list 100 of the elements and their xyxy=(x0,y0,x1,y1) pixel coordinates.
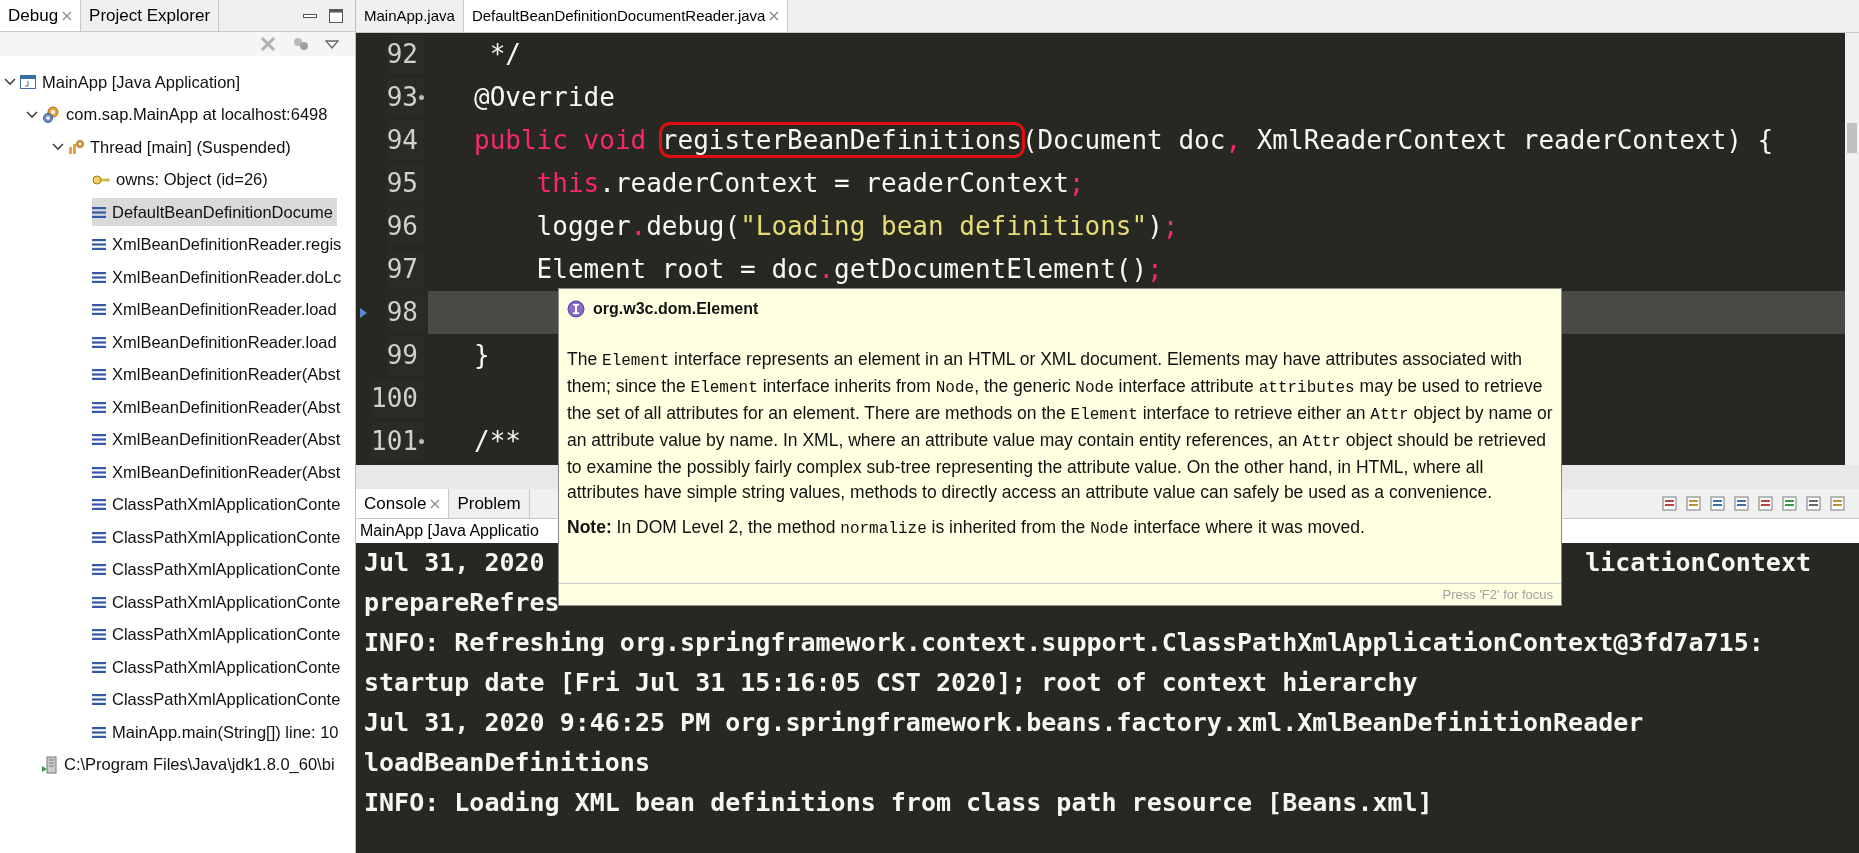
tree-item[interactable]: com.sap.MainApp at localhost:6498 xyxy=(42,100,332,129)
code-line: public void registerBeanDefinitions(Document doc, XmlReaderContext readerContext) { xyxy=(474,121,1774,160)
tree-item[interactable]: XmlBeanDefinitionReader(Abst xyxy=(92,458,345,487)
tree-item-label: MainApp [Java Application] xyxy=(42,71,241,93)
stack-frame-icon xyxy=(92,629,106,641)
line-number: 97 xyxy=(386,253,418,286)
tree-item-label: com.sap.MainApp at localhost:6498 xyxy=(66,104,328,126)
popup-paragraph: Note: In DOM Level 2, the method normalize is inherited from the Node interface where it was moved. xyxy=(567,516,1366,540)
maximize-icon[interactable] xyxy=(329,8,343,23)
console-line: INFO: Loading XML bean definitions from class path resource [Beans.xml] xyxy=(364,787,1433,820)
tree-item[interactable]: XmlBeanDefinitionReader.load xyxy=(92,328,341,357)
fold-dot-icon[interactable] xyxy=(419,439,424,444)
stack-frame-icon xyxy=(92,336,106,348)
stack-frame-icon xyxy=(92,466,106,478)
tree-item[interactable]: ClassPathXmlApplicationConte xyxy=(92,653,345,682)
stack-frame-icon xyxy=(92,726,106,738)
popup-paragraph: The Element interface represents an element in an HTML or XML document. Elements may have attributes associated with them; since the Element interface inherits from Node, the generic Node interface attribute attributes may be used to retrieve the set of all attributes for an element. There are methods on the Element interface to retrieve either an Attr object by name or an attribute value by name. In XML, where an attribute value may contain entity references, an Attr object should be retrieved to examine the possibly fairly complex sub-tree representing the attribute value. On the other hand, in HTML, where all attributes have simple string values, methods to directly access an attribute value can safely be used as a convenience. xyxy=(567,348,1553,504)
code-line: @Override xyxy=(474,81,615,114)
line-number: 95 xyxy=(386,167,418,200)
line-number: 98 xyxy=(386,296,418,329)
tree-item[interactable]: ClassPathXmlApplicationConte xyxy=(92,490,345,519)
stack-frame-icon xyxy=(92,369,106,381)
console-line: loadBeanDefinitions xyxy=(364,747,650,780)
tab-label: Console xyxy=(364,492,427,515)
stack-frame-icon xyxy=(92,271,106,283)
tree-item-label: DefaultBeanDefinitionDocume xyxy=(112,201,334,223)
tree-item-label: ClassPathXmlApplicationConte xyxy=(112,624,341,646)
thread-icon xyxy=(68,139,84,156)
console-line: Jul 31, 2020 9:46:25 PM org.springframework.beans.factory.xml.XmlBeanDefinitionReader xyxy=(364,707,1644,740)
tab-label: Project Explorer xyxy=(89,4,211,27)
stack-frame-icon xyxy=(92,531,106,543)
chevron-down-icon[interactable] xyxy=(52,143,64,152)
close-icon[interactable] xyxy=(769,11,780,21)
view-tab[interactable]: DefaultBeanDefinitionDocumentReader.java xyxy=(463,0,789,32)
tree-item-label: owns: Object (id=26) xyxy=(116,169,268,191)
code-line: logger.debug("Loading bean definitions"); xyxy=(535,210,1179,243)
tree-item[interactable]: MainApp.main(String[]) line: 10 xyxy=(92,718,343,747)
stack-frame-icon xyxy=(92,564,106,576)
stack-frame-icon xyxy=(92,206,106,218)
tree-item-label: XmlBeanDefinitionReader(Abst xyxy=(112,429,341,451)
line-number: 100 xyxy=(371,382,418,415)
tree-item[interactable]: ClassPathXmlApplicationConte xyxy=(92,620,345,649)
tree-item[interactable]: ClassPathXmlApplicationConte xyxy=(92,523,345,552)
tree-item[interactable]: ClassPathXmlApplicationConte xyxy=(92,555,345,584)
close-icon[interactable] xyxy=(62,10,73,21)
tree-item[interactable]: MainApp [Java Application] xyxy=(20,68,245,97)
fold-dot-icon[interactable] xyxy=(419,95,424,100)
view-tab[interactable]: Console xyxy=(356,489,450,518)
view-tab[interactable]: Debug xyxy=(0,0,82,31)
tree-item[interactable]: XmlBeanDefinitionReader(Abst xyxy=(92,425,345,454)
tree-item[interactable]: XmlBeanDefinitionReader.load xyxy=(92,295,341,324)
stack-frame-icon xyxy=(92,596,106,608)
tree-item-label: ClassPathXmlApplicationConte xyxy=(112,494,341,516)
tree-item-label: XmlBeanDefinitionReader.load xyxy=(112,331,337,353)
code-line: } xyxy=(474,339,490,372)
tree-item[interactable]: XmlBeanDefinitionReader.doLc xyxy=(92,263,346,292)
line-number: 93 xyxy=(386,81,418,114)
minimize-icon[interactable] xyxy=(303,13,317,18)
console-line: prepareRefres xyxy=(364,587,560,620)
terminal-icon xyxy=(42,755,58,774)
tree-item-label: XmlBeanDefinitionReader(Abst xyxy=(112,396,341,418)
tree-item[interactable]: XmlBeanDefinitionReader(Abst xyxy=(92,360,345,389)
tree-item[interactable]: DefaultBeanDefinitionDocume xyxy=(92,198,338,227)
tree-item[interactable]: Thread [main] (Suspended) xyxy=(68,133,295,162)
tree-item-label: XmlBeanDefinitionReader(Abst xyxy=(112,364,341,386)
tree-item-label: C:\Program Files\Java\jdk1.8.0_60\bi xyxy=(64,754,335,776)
interface-icon xyxy=(567,300,585,318)
stack-frame-icon xyxy=(92,661,106,673)
tree-item-label: ClassPathXmlApplicationConte xyxy=(112,689,341,711)
code-line: Element root = doc.getDocumentElement(); xyxy=(535,253,1163,286)
dropdown-icon[interactable] xyxy=(325,39,339,49)
tree-item[interactable]: XmlBeanDefinitionReader(Abst xyxy=(92,393,345,422)
key-icon xyxy=(92,174,110,185)
stack-frame-icon xyxy=(92,434,106,446)
tree-item[interactable]: ClassPathXmlApplicationConte xyxy=(92,685,345,714)
console-line: startup date [Fri Jul 31 15:16:05 CST 2020]; root of context hierarchy xyxy=(364,667,1418,700)
tree-item[interactable]: owns: Object (id=26) xyxy=(92,165,272,194)
chevron-down-icon[interactable] xyxy=(4,78,16,87)
console-line: licationContext xyxy=(1585,547,1811,580)
code-line: /** xyxy=(474,425,521,458)
line-number: 101 xyxy=(371,425,418,458)
tree-item-label: ClassPathXmlApplicationConte xyxy=(112,526,341,548)
line-number: 94 xyxy=(386,124,418,157)
tree-item[interactable]: C:\Program Files\Java\jdk1.8.0_60\bi xyxy=(42,750,339,779)
stack-frame-icon xyxy=(92,239,106,251)
tree-item[interactable]: XmlBeanDefinitionReader.regis xyxy=(92,230,346,259)
process-label: MainApp [Java Applicatio xyxy=(360,521,539,541)
tree-item-label: XmlBeanDefinitionReader.regis xyxy=(112,234,342,256)
tree-item-label: ClassPathXmlApplicationConte xyxy=(112,591,341,613)
arrow-icon xyxy=(360,307,367,318)
chevron-down-icon[interactable] xyxy=(26,110,38,119)
tab-label: DefaultBeanDefinitionDocumentReader.java xyxy=(471,5,766,26)
tab-label: Debug xyxy=(8,4,59,27)
window-icon xyxy=(20,75,36,90)
tree-item-label: XmlBeanDefinitionReader(Abst xyxy=(112,461,341,483)
tree-item-label: MainApp.main(String[]) line: 10 xyxy=(112,721,339,743)
tree-item[interactable]: ClassPathXmlApplicationConte xyxy=(92,588,345,617)
scrollbar[interactable] xyxy=(1845,33,1859,465)
close-icon[interactable] xyxy=(430,498,441,509)
tree-item-label: XmlBeanDefinitionReader.load xyxy=(112,299,337,321)
